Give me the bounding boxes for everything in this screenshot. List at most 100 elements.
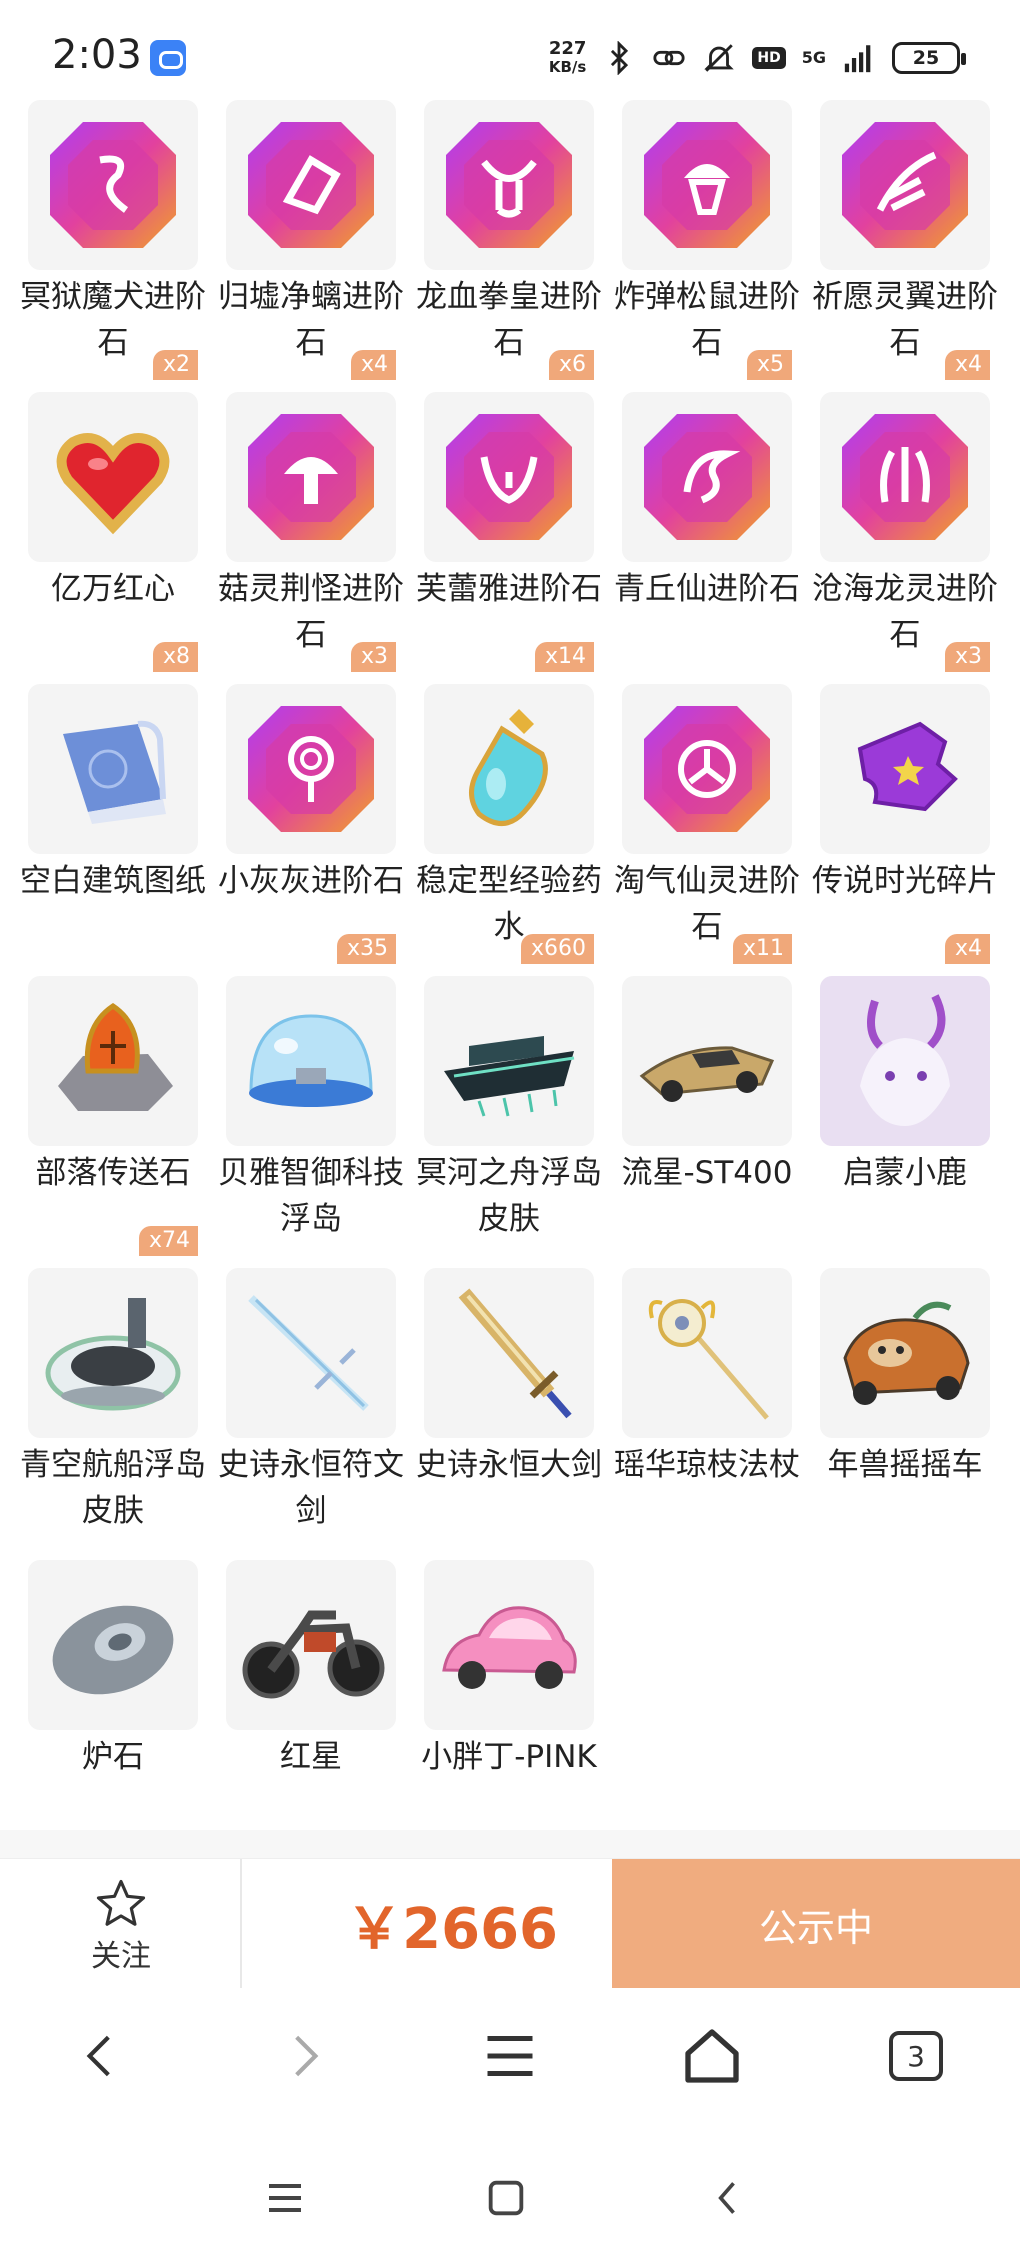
item-thumbnail <box>28 100 198 270</box>
item-card[interactable]: x3 沧海龙灵进阶石 <box>812 392 998 672</box>
item-name: 冥河之舟浮岛皮肤 <box>416 1155 602 1237</box>
item-card[interactable]: 史诗永恒符文剑 <box>218 1268 404 1548</box>
item-card[interactable]: 青空航船浮岛皮肤 <box>20 1268 206 1548</box>
network-speed-value: 227 <box>548 38 587 59</box>
dome-island-icon <box>249 1014 373 1107</box>
item-thumbnail <box>28 1560 198 1730</box>
item-card[interactable]: x5 炸弹松鼠进阶石 <box>614 100 800 380</box>
item-card[interactable]: 小胖丁-PINK <box>421 1560 597 1840</box>
system-back-button[interactable] <box>688 2158 768 2238</box>
item-name: 菇灵荆怪进阶石 <box>218 571 404 653</box>
item-card[interactable]: x8 亿万红心 <box>28 392 198 672</box>
item-name: 年兽摇摇车 <box>827 1447 983 1483</box>
square-icon <box>488 2180 524 2216</box>
item-name: 瑶华琼枝法杖 <box>614 1447 800 1483</box>
item-name: 史诗永恒符文剑 <box>218 1447 404 1529</box>
item-thumbnail <box>28 392 198 562</box>
potion-bottle-icon <box>469 709 548 826</box>
item-thumbnail <box>226 1268 396 1438</box>
network-speed-unit: KB/s <box>548 58 587 76</box>
item-name: 传说时光碎片 <box>812 863 998 899</box>
recent-apps-icon <box>269 2184 301 2212</box>
item-card[interactable]: 炉石 <box>28 1560 198 1840</box>
system-home-button[interactable] <box>466 2158 546 2238</box>
battery-indicator: 25 <box>892 42 966 74</box>
staff-icon <box>648 1299 769 1420</box>
item-name: 炉石 <box>82 1739 144 1775</box>
item-card[interactable]: 史诗永恒大剑 <box>416 1268 602 1548</box>
back-button[interactable] <box>60 2016 140 2096</box>
mute-bell-icon <box>704 44 735 72</box>
system-nav-bar <box>0 2138 1020 2267</box>
item-card[interactable]: x6 龙血拳皇进阶石 <box>416 100 602 380</box>
home-icon <box>685 2029 739 2083</box>
follow-button[interactable]: 关注 <box>0 1859 242 1989</box>
link-app-icon <box>150 40 186 76</box>
forward-button[interactable] <box>265 2016 345 2096</box>
item-name: 冥狱魔犬进阶石 <box>20 279 206 361</box>
chevron-right-icon <box>295 2035 319 2077</box>
chevron-left-icon <box>86 2035 110 2077</box>
item-card[interactable]: 青丘仙进阶石 <box>614 392 800 672</box>
item-card[interactable]: 空白建筑图纸 <box>20 684 206 964</box>
red-heart-icon <box>56 433 170 535</box>
item-thumbnail <box>820 684 990 854</box>
purple-gem-icon <box>842 122 968 248</box>
item-name: 龙血拳皇进阶石 <box>416 279 602 361</box>
home-button[interactable] <box>672 2016 752 2096</box>
item-card[interactable]: 启蒙小鹿 <box>820 976 990 1256</box>
ghost-ship-icon <box>444 1036 575 1117</box>
item-card[interactable]: x14 芙蕾雅进阶石 <box>416 392 602 672</box>
item-thumbnail <box>820 100 990 270</box>
item-thumbnail <box>424 976 594 1146</box>
menu-button[interactable] <box>470 2016 550 2096</box>
item-name: 淘气仙灵进阶石 <box>614 863 800 945</box>
tabs-button[interactable]: 3 <box>876 2016 956 2096</box>
item-name: 史诗永恒大剑 <box>416 1447 602 1483</box>
item-name: 亿万红心 <box>51 571 175 607</box>
item-card[interactable]: x660 稳定型经验药水 <box>416 684 602 964</box>
quantity-badge: x14 <box>534 642 594 672</box>
tab-count: 3 <box>889 2031 943 2081</box>
motorcycle-icon <box>242 1610 385 1699</box>
item-card[interactable]: x4 归墟净螭进阶石 <box>218 100 404 380</box>
purple-gem-icon <box>644 122 770 248</box>
item-thumbnail <box>424 1560 594 1730</box>
item-name: 小灰灰进阶石 <box>218 863 404 899</box>
recent-apps-button[interactable] <box>245 2158 325 2238</box>
item-card[interactable]: x2 冥狱魔犬进阶石 <box>20 100 206 380</box>
deer-pet-icon <box>820 976 990 1146</box>
item-card[interactable]: 瑶华琼枝法杖 <box>614 1268 800 1548</box>
item-thumbnail <box>28 684 198 854</box>
item-card[interactable]: 年兽摇摇车 <box>820 1268 990 1548</box>
item-card[interactable]: 贝雅智御科技浮岛 <box>218 976 404 1256</box>
item-thumbnail <box>820 976 990 1146</box>
puzzle-shard-icon <box>857 721 958 812</box>
item-thumbnail <box>622 684 792 854</box>
item-card[interactable]: 流星-ST400 <box>622 976 792 1256</box>
section-divider <box>0 1830 1020 1858</box>
back-arrow-icon <box>718 2182 735 2214</box>
kart-icon <box>639 1046 775 1102</box>
item-name: 炸弹松鼠进阶石 <box>614 279 800 361</box>
item-card[interactable]: x35 小灰灰进阶石 <box>218 684 404 964</box>
item-card[interactable]: x11 淘气仙灵进阶石 <box>614 684 800 964</box>
purple-gem-icon <box>446 122 572 248</box>
item-card[interactable]: x3 菇灵荆怪进阶石 <box>218 392 404 672</box>
item-card[interactable]: x74 部落传送石 <box>28 976 198 1256</box>
follow-label: 关注 <box>91 1939 151 1974</box>
purple-gem-icon <box>248 122 374 248</box>
item-name: 青丘仙进阶石 <box>614 571 800 607</box>
item-thumbnail <box>622 100 792 270</box>
item-thumbnail <box>424 684 594 854</box>
rune-sword-icon <box>248 1295 369 1411</box>
public-status-button[interactable]: 公示中 <box>612 1859 1020 1989</box>
status-bar: 2:03 227 KB/s HD 5G 25 <box>0 0 1020 100</box>
item-card[interactable]: x4 祈愿灵翼进阶石 <box>812 100 998 380</box>
purple-gem-icon <box>644 414 770 540</box>
item-thumbnail <box>424 1268 594 1438</box>
item-card[interactable]: 红星 <box>226 1560 396 1840</box>
bluetooth-icon <box>611 41 629 75</box>
item-card[interactable]: x4 传说时光碎片 <box>812 684 998 964</box>
item-card[interactable]: 冥河之舟浮岛皮肤 <box>416 976 602 1256</box>
